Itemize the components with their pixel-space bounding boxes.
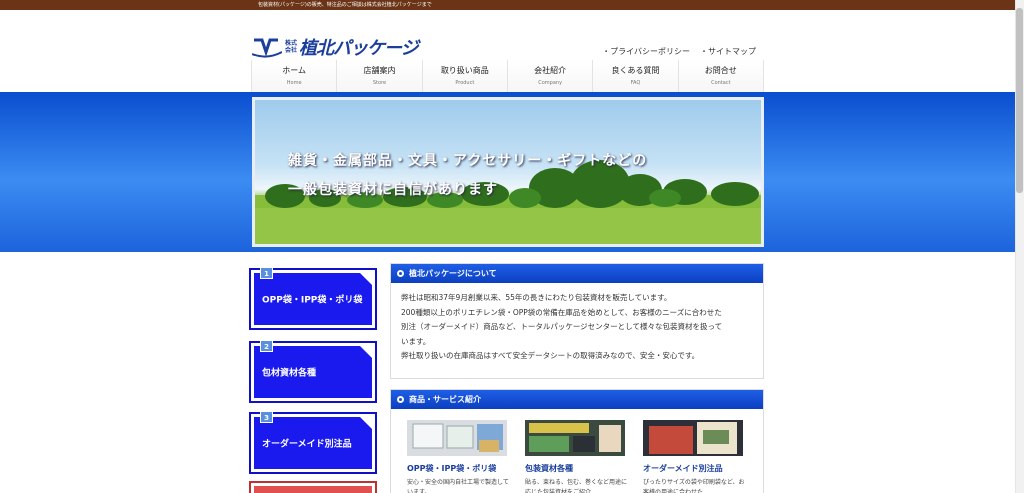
- sitemap-link[interactable]: ・サイトマップ: [700, 46, 756, 57]
- service-description: 安心・安全の国内自社工場で製造しています。: [407, 479, 509, 493]
- logo-company-name: 植北パッケージ: [299, 38, 419, 59]
- service-card-opp-bags[interactable]: OPP袋・IPP袋・ポリ袋 安心・安全の国内自社工場で製造しています。: [407, 420, 511, 493]
- nav-item-company[interactable]: 会社紹介 Company: [507, 60, 594, 92]
- about-text: 弊社は昭和37年9月創業以来、55年の長きにわたり包装資材を販売しています。 2…: [401, 293, 723, 360]
- service-card-custom-orders[interactable]: オーダーメイド別注品 ぴったりサイズの袋や印刷袋など、お客様の用途に合わせた: [643, 420, 747, 493]
- service-description: ぴったりサイズの袋や印刷袋など、お客様の用途に合わせた: [643, 479, 745, 493]
- privacy-policy-link[interactable]: ・プライバシーポリシー: [602, 46, 690, 57]
- sidebar-item-label: OPP袋・IPP袋・ポリ袋: [262, 295, 363, 306]
- nav-item-contact[interactable]: お問合せ Contact: [678, 60, 764, 92]
- service-description: 貼る、束ねる、包む、巻くなど用途に応じた包装資材をご紹介: [525, 479, 628, 493]
- packaging-materials-image: [525, 420, 625, 456]
- service-title: 包装資材各種: [525, 464, 573, 473]
- nav-item-store[interactable]: 店舗案内 Store: [337, 60, 423, 92]
- about-panel: 植北パッケージについて 弊社は昭和37年9月創業以来、55年の長きにわたり包装資…: [390, 263, 764, 379]
- sidebar-item-number: 1: [260, 267, 273, 279]
- service-card-packaging-materials[interactable]: 包装資材各種 貼る、束ねる、包む、巻くなど用途に応じた包装資材をご紹介: [525, 420, 629, 493]
- circle-bullet-icon: [397, 270, 404, 277]
- site-logo[interactable]: 株式 会社 植北パッケージ: [252, 34, 419, 60]
- service-title: OPP袋・IPP袋・ポリ袋: [407, 464, 497, 473]
- sidebar-item-label: オーダーメイド別注品: [262, 439, 352, 450]
- opp-bags-image: [407, 420, 507, 456]
- hero-headline-line1: 雑貨・金属部品・文具・アクセサリー・ギフトなどの: [288, 153, 648, 169]
- sidebar-item-label: 包材資材各種: [262, 368, 317, 379]
- sidebar-item-number: 2: [260, 340, 273, 352]
- circle-bullet-icon: [397, 396, 404, 403]
- top-announcement-bar: 包装資材(パッケージ)の販売、特注品のご相談は株式会社植北パッケージまで: [0, 0, 1015, 10]
- services-panel-header: 商品・サービス紹介: [391, 390, 763, 409]
- services-list: OPP袋・IPP袋・ポリ袋 安心・安全の国内自社工場で製造しています。 包装資材…: [391, 409, 763, 493]
- sidebar-item-opp-bags[interactable]: 1 OPP袋・IPP袋・ポリ袋: [249, 267, 377, 330]
- services-panel-title: 商品・サービス紹介: [409, 395, 481, 404]
- hero-landscape-image: [255, 160, 761, 244]
- scrollbar-thumb[interactable]: [1016, 8, 1023, 193]
- service-title: オーダーメイド別注品: [643, 464, 723, 473]
- site-header: 株式 会社 植北パッケージ ・プライバシーポリシー ・サイトマップ: [0, 10, 1015, 60]
- corner-fold-icon: [359, 416, 373, 430]
- sidebar-item-packaging-materials[interactable]: 2 包材資材各種: [249, 340, 377, 403]
- corner-fold-icon: [359, 345, 373, 359]
- nav-item-home[interactable]: ホーム Home: [252, 60, 338, 92]
- sidebar-item-custom-orders[interactable]: 3 オーダーメイド別注品: [249, 411, 377, 474]
- custom-orders-image: [643, 420, 743, 456]
- page-scrollbar[interactable]: [1015, 0, 1024, 493]
- sidebar-item-partial[interactable]: [249, 481, 377, 493]
- header-links: ・プライバシーポリシー ・サイトマップ: [602, 46, 756, 57]
- sidebar-item-number: 3: [260, 411, 273, 423]
- global-nav: ホーム Home 店舗案内 Store 取り扱い商品 Product 会社紹介 …: [251, 60, 764, 92]
- corner-fold-icon: [359, 272, 373, 286]
- logo-mark-icon: [252, 38, 282, 58]
- services-panel: 商品・サービス紹介 OPP袋・IPP袋・ポリ袋 安心・安全の国内自社工場で製造し…: [390, 389, 764, 493]
- logo-company-type: 株式 会社: [285, 40, 298, 54]
- hero-headline-line2: 一般包装資材に自信があります: [288, 182, 498, 198]
- hero-banner: 雑貨・金属部品・文具・アクセサリー・ギフトなどの 一般包装資材に自信があります: [252, 97, 764, 247]
- nav-item-product[interactable]: 取り扱い商品 Product: [422, 60, 508, 92]
- top-announcement-text: 包装資材(パッケージ)の販売、特注品のご相談は株式会社植北パッケージまで: [258, 2, 432, 8]
- about-panel-header: 植北パッケージについて: [391, 264, 763, 283]
- nav-item-faq[interactable]: 良くある質問 FAQ: [593, 60, 679, 92]
- about-panel-title: 植北パッケージについて: [409, 269, 497, 278]
